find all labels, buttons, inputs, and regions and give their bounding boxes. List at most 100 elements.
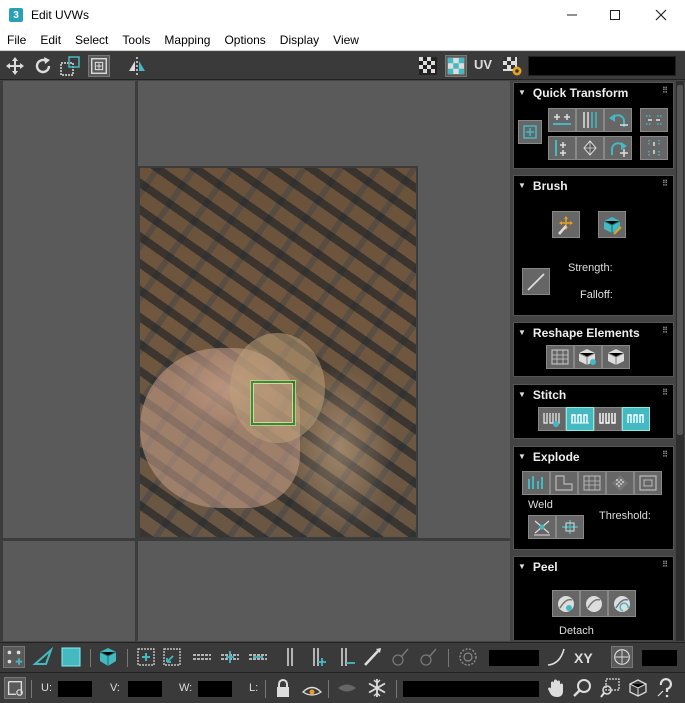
zoom-extents-icon [629, 679, 647, 697]
weld-selected-button[interactable] [528, 515, 556, 539]
vertex-select-button[interactable] [3, 646, 25, 668]
shrink-ring-button[interactable] [335, 646, 357, 668]
peel-header[interactable]: ▼ Peel ⠿ [514, 557, 673, 576]
v-field[interactable] [128, 681, 162, 697]
qt-rotate-ccw-button[interactable] [604, 108, 632, 132]
peel-mode-button[interactable] [580, 590, 608, 617]
brush-header[interactable]: ▼ Brush ⠿ [514, 176, 673, 195]
straighten-selection-button[interactable] [546, 345, 574, 369]
maximize-button[interactable] [592, 0, 638, 30]
selection-set-field[interactable] [403, 681, 539, 697]
qt-align-vertical-button[interactable] [576, 108, 604, 132]
detach-label: Detach [559, 625, 594, 637]
menu-options[interactable]: Options [217, 33, 272, 47]
stitch-custom-button[interactable] [538, 407, 566, 431]
loop-selection-button[interactable] [191, 646, 213, 668]
u-field[interactable] [58, 681, 92, 697]
reshape-elements-header[interactable]: ▼ Reshape Elements ⠿ [514, 323, 673, 342]
qt-space-horizontal-button[interactable] [640, 108, 668, 132]
paint-shrink-button[interactable] [417, 646, 439, 668]
uv-viewport[interactable] [0, 81, 510, 641]
menu-mapping[interactable]: Mapping [157, 33, 217, 47]
limit-soft-selection-button[interactable] [611, 646, 633, 668]
grow-loop-button[interactable] [219, 646, 241, 668]
stitch-average-button[interactable] [594, 407, 622, 431]
explode-by-material-button[interactable] [606, 471, 634, 495]
face-select-button[interactable] [60, 646, 82, 668]
relax-brush-button[interactable] [598, 211, 626, 238]
close-button[interactable] [638, 0, 684, 30]
texture-checker-button[interactable] [445, 55, 467, 77]
zoom-button[interactable] [572, 677, 594, 699]
falloff-type-icon [547, 648, 565, 666]
grow-selection-button[interactable] [135, 646, 157, 668]
zoom-extents-button[interactable] [627, 677, 649, 699]
separator [127, 649, 128, 667]
w-field[interactable] [198, 681, 232, 697]
element-select-button[interactable] [97, 646, 119, 668]
qt-rotate-cw-button[interactable] [604, 136, 632, 160]
map-settings-button[interactable] [501, 55, 523, 77]
explode-to-elements-button[interactable] [634, 471, 662, 495]
quick-transform-header[interactable]: ▼ Quick Transform ⠿ [514, 83, 673, 102]
separator [328, 680, 329, 698]
menu-display[interactable]: Display [273, 33, 326, 47]
qt-pivot-button[interactable] [518, 120, 542, 144]
help-button[interactable] [655, 677, 677, 699]
soft-selection-button[interactable] [457, 646, 479, 668]
falloff-type-button[interactable] [545, 646, 567, 668]
zoom-region-button[interactable] [599, 677, 621, 699]
show-hidden-button[interactable] [301, 677, 323, 699]
stitch-header[interactable]: ▼ Stitch ⠿ [514, 385, 673, 404]
xy-space-button[interactable]: XY [574, 650, 593, 666]
qt-align-left-button[interactable] [548, 136, 576, 160]
grow-ring-button[interactable] [307, 646, 329, 668]
limit-value[interactable] [642, 650, 677, 666]
hide-button[interactable] [336, 677, 358, 699]
shrink-loop-button[interactable] [247, 646, 269, 668]
uv-selection[interactable] [250, 380, 296, 426]
peel-reset-button[interactable] [608, 590, 636, 617]
qt-align-horizontal-button[interactable] [548, 108, 576, 132]
explode-flatten-button[interactable] [522, 471, 550, 495]
uv-label[interactable]: UV [474, 57, 492, 72]
explode-by-polygon-button[interactable] [550, 471, 578, 495]
soft-selection-value[interactable] [489, 650, 539, 666]
ring-selection-button[interactable] [279, 646, 301, 668]
paint-move-button[interactable] [552, 211, 580, 238]
falloff-curve-button[interactable] [522, 268, 550, 295]
stitch-to-target-button[interactable] [566, 407, 594, 431]
scale-tool-button[interactable] [59, 55, 81, 77]
explode-header[interactable]: ▼ Explode ⠿ [514, 447, 673, 466]
panel-scrollbar-thumb[interactable] [677, 85, 683, 435]
qt-space-vertical-button[interactable] [640, 136, 668, 160]
paint-select-button[interactable] [361, 646, 383, 668]
lock-selection-button[interactable] [272, 677, 294, 699]
menu-file[interactable]: File [0, 33, 33, 47]
menu-edit[interactable]: Edit [33, 33, 68, 47]
relax-by-face-button[interactable] [602, 345, 630, 369]
mirror-tool-button[interactable] [126, 55, 148, 77]
weld-all-button[interactable] [556, 515, 584, 539]
bottom-toolbar-coords: U: V: W: L: [0, 672, 685, 703]
texture-dropdown[interactable] [528, 56, 676, 76]
peel-quick-button[interactable] [552, 590, 580, 617]
shrink-selection-button[interactable] [161, 646, 183, 668]
relax-until-flat-button[interactable] [574, 345, 602, 369]
move-tool-button[interactable] [4, 55, 26, 77]
rotate-tool-button[interactable] [32, 55, 54, 77]
stitch-to-source-button[interactable] [622, 407, 650, 431]
edge-select-button[interactable] [32, 646, 54, 668]
minimize-button[interactable] [549, 0, 595, 30]
paint-grow-button[interactable] [389, 646, 411, 668]
menu-select[interactable]: Select [68, 33, 115, 47]
freeform-tool-button[interactable] [88, 55, 110, 77]
qt-align-center-button[interactable] [576, 136, 604, 160]
menu-view[interactable]: View [326, 33, 366, 47]
checker-pattern-button[interactable] [417, 55, 439, 77]
explode-by-smoothing-button[interactable] [578, 471, 606, 495]
transform-mode-button[interactable] [4, 677, 26, 699]
freeze-button[interactable] [366, 677, 388, 699]
menu-tools[interactable]: Tools [115, 33, 157, 47]
pan-button[interactable] [545, 677, 567, 699]
